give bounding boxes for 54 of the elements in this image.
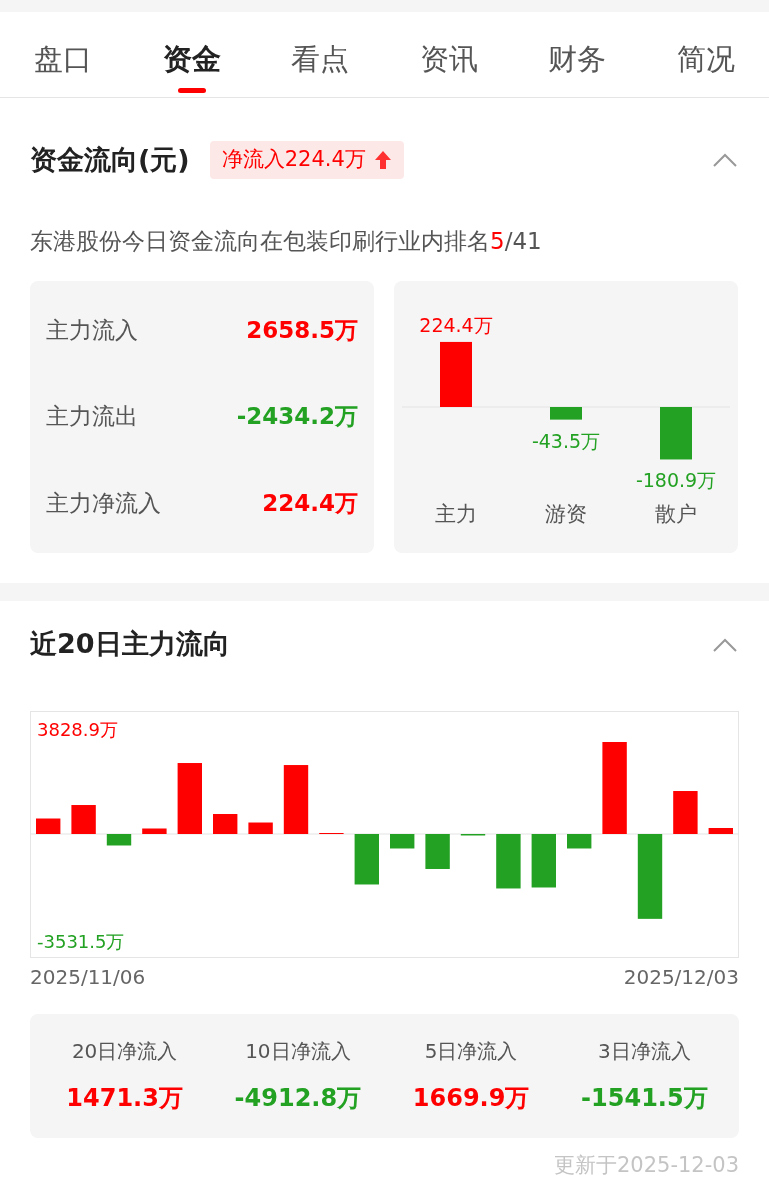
- chevron-up-icon[interactable]: [711, 636, 739, 653]
- bar: [142, 828, 167, 834]
- stat-value: 224.4万: [262, 489, 358, 518]
- period-value: 1471.3万: [66, 1082, 183, 1114]
- bar: [36, 818, 61, 834]
- value-label: 224.4万: [419, 313, 493, 336]
- section-title: 近20日主力流向: [30, 627, 230, 662]
- tab[interactable]: 资讯: [419, 12, 478, 97]
- bar: [708, 827, 733, 834]
- stat-value: -2434.2万: [236, 402, 358, 432]
- min-label: -3531.5万: [37, 929, 125, 954]
- period-value: -1541.5万: [581, 1082, 708, 1114]
- net-inflow-badge: 净流入224.4万: [209, 141, 404, 179]
- bar: [531, 833, 556, 887]
- period-value: -4912.8万: [234, 1082, 362, 1114]
- max-label: 3828.9万: [37, 717, 118, 742]
- tab[interactable]: 简况: [676, 12, 735, 97]
- period-label: 20日净流入: [71, 1037, 178, 1065]
- section-title: 资金流向(元): [30, 142, 190, 177]
- period-label: 5日净流入: [424, 1037, 518, 1065]
- tab-indicator: [177, 88, 206, 93]
- start-date: 2025/11/06: [30, 963, 146, 991]
- bar: [177, 762, 202, 834]
- category-label: 散户: [655, 501, 697, 526]
- period-value: 1669.9万: [412, 1082, 530, 1114]
- bar: [496, 833, 521, 888]
- period-label: 10日净流入: [245, 1037, 351, 1065]
- chevron-up-icon[interactable]: [711, 152, 739, 168]
- tab[interactable]: 盘口: [34, 12, 92, 97]
- category-label: 主力: [435, 501, 477, 526]
- bar: [660, 406, 692, 459]
- update-time: 更新于2025-12-03: [553, 1151, 739, 1179]
- bar: [248, 822, 273, 834]
- bar: [354, 833, 379, 884]
- category-label: 游资: [545, 501, 587, 526]
- stat-label: 主力净流入: [46, 489, 161, 518]
- tab[interactable]: 财务: [548, 12, 607, 97]
- bar: [71, 804, 96, 834]
- stat-label: 主力流入: [46, 315, 138, 345]
- stat-label: 主力流出: [46, 402, 138, 432]
- value-label: -180.9万: [635, 468, 717, 491]
- bar: [213, 813, 238, 834]
- bar: [673, 790, 698, 834]
- end-date: 2025/12/03: [623, 963, 739, 991]
- value-label: -43.5万: [531, 429, 601, 452]
- tab[interactable]: 资金: [162, 12, 221, 97]
- period-label: 3日净流入: [598, 1037, 691, 1065]
- bar: [106, 833, 132, 845]
- tab[interactable]: 看点: [291, 12, 350, 97]
- bar: [283, 764, 309, 834]
- stat-value: 2658.5万: [246, 315, 358, 345]
- bar: [425, 833, 450, 869]
- bar: [440, 341, 472, 407]
- ranking-text: 东港股份今日资金流向在包装印刷行业内排名5/41: [30, 227, 543, 256]
